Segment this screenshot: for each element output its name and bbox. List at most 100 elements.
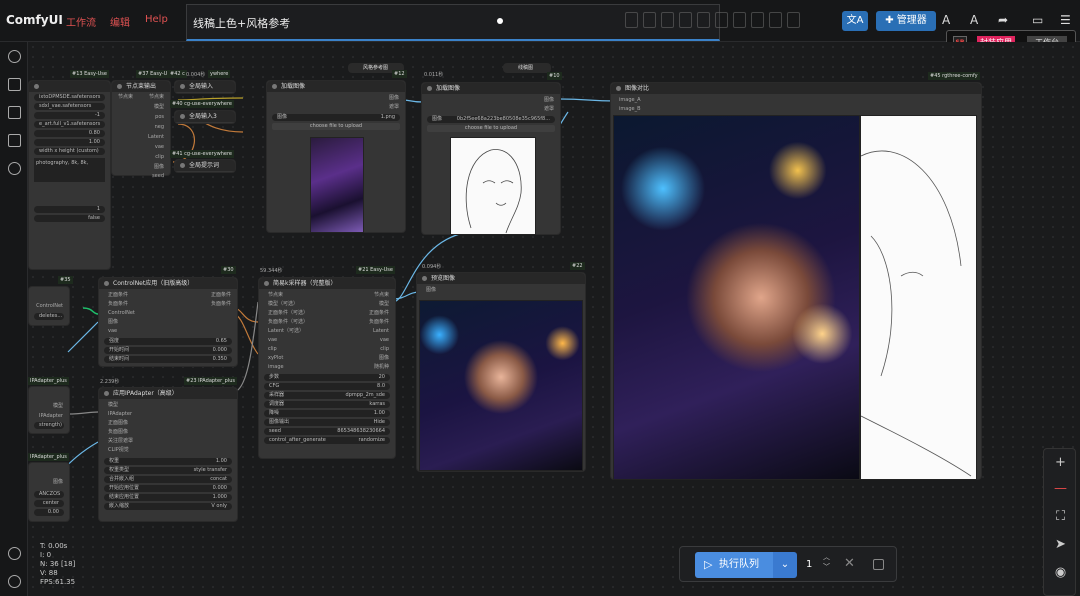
weight-type-widget[interactable]: 权重类型 style transfer xyxy=(104,467,232,474)
load-image-node-1[interactable]: 加载图像 图像 遮罩 图像 1.png choose file to upload xyxy=(266,80,406,233)
port-in[interactable]: image xyxy=(268,364,284,371)
menu-workflow[interactable]: 工作流 xyxy=(66,14,96,29)
port-out[interactable]: 遮罩 xyxy=(544,106,554,113)
cube-icon[interactable] xyxy=(8,106,21,119)
port-out[interactable]: 随机种 xyxy=(374,364,389,371)
combine-embeds-widget[interactable]: 合并嵌入组 concat xyxy=(104,476,232,483)
port-in[interactable]: Latent（可选） xyxy=(268,328,304,335)
stop-icon[interactable] xyxy=(873,559,884,570)
prompt-textarea[interactable]: photography, 8k, 8k, xyxy=(34,158,105,182)
port-out[interactable]: clip xyxy=(380,346,389,353)
clip-skip-widget[interactable]: -1 xyxy=(34,112,105,119)
folder-icon[interactable] xyxy=(8,134,21,147)
ipadapter-apply-node[interactable]: 应用IPAdapter（高级） 模型 IPAdapter 正面图像 负面图像 关… xyxy=(98,387,238,522)
port-out[interactable]: IPAdapter xyxy=(39,413,63,420)
port-in[interactable]: 负面条件（可选） xyxy=(268,319,308,326)
port-out[interactable]: 负面条件 xyxy=(369,319,389,326)
preview-image-node[interactable]: 预览图像 图像 xyxy=(416,272,586,472)
controlnet-loader-node[interactable]: ControlNet deletes... xyxy=(28,286,70,326)
port-in[interactable]: clip xyxy=(268,346,277,353)
port-in[interactable]: vae xyxy=(268,337,277,344)
zoom-in-icon[interactable]: + xyxy=(1044,455,1077,470)
port-in[interactable]: vae xyxy=(108,328,117,335)
weight-widget[interactable]: 权重 1.00 xyxy=(104,458,232,465)
align-bottom-icon[interactable] xyxy=(715,12,728,28)
menu-help[interactable]: Help xyxy=(145,14,168,25)
port-out[interactable]: pos xyxy=(155,114,164,121)
node-bundle-output[interactable]: 节点束输出 节点束 节点束 模型 pos neg Latent vae clip… xyxy=(111,80,171,179)
close-icon[interactable]: ✕ xyxy=(844,556,855,571)
image-select-widget[interactable]: 图像 1.png xyxy=(272,114,400,121)
port-in[interactable]: IPAdapter xyxy=(108,411,132,418)
port-in[interactable]: 关注层遮罩 xyxy=(108,438,133,445)
port-out[interactable]: clip xyxy=(155,154,164,161)
port-in[interactable]: xyPlot xyxy=(268,355,283,362)
history-icon[interactable] xyxy=(8,50,21,63)
embeds-scaling-widget[interactable]: 嵌入缩放 V only xyxy=(104,503,232,510)
port-out[interactable]: 节点束 xyxy=(149,94,164,101)
port-out[interactable]: seed xyxy=(152,173,164,180)
controlnet-apply-node[interactable]: ControlNet应用（旧版高级） 正面条件 负面条件 ControlNet … xyxy=(98,277,238,367)
port-out[interactable]: 模型 xyxy=(53,403,63,410)
ipadapter-loader-node[interactable]: 模型 IPAdapter strength) xyxy=(28,386,70,434)
load-image-node-2[interactable]: 加载图像 图像 遮罩 图像 0b2f5ee68a223be80508e35c965… xyxy=(421,82,561,235)
distribute-h-icon[interactable] xyxy=(733,12,746,28)
select-icon[interactable]: ➤ xyxy=(1044,537,1077,552)
port-out[interactable]: Latent xyxy=(148,134,164,141)
batch-stepper-icon[interactable]: ︿ ﹀ xyxy=(823,552,830,572)
image-prep-node[interactable]: 图像 ANCZOS center 0.00 xyxy=(28,462,70,522)
resolution-widget[interactable]: width x height (custom) xyxy=(34,148,105,155)
align-middle-icon[interactable] xyxy=(697,12,710,28)
start-at-widget[interactable]: 开始应用位置 0.000 xyxy=(104,485,232,492)
port-out[interactable]: 图像 xyxy=(544,97,554,104)
lora-widget[interactable]: e_art.full_v1.safetensors xyxy=(34,121,105,128)
image-compare-node[interactable]: 图像对比 image_A image_B xyxy=(610,82,982,480)
denoise-widget[interactable]: 降噪 1.00 xyxy=(264,410,390,417)
port-out[interactable]: 模型 xyxy=(379,301,389,308)
align-left-icon[interactable] xyxy=(625,12,638,28)
extension2-icon[interactable]: A xyxy=(970,13,978,27)
node-library-icon[interactable] xyxy=(8,162,21,175)
port-in[interactable]: 模型 xyxy=(108,402,118,409)
port-out[interactable]: 节点束 xyxy=(374,292,389,299)
node-canvas[interactable]: ixtoDPMSDE.safetensors sdxl_vae.safetens… xyxy=(28,42,1080,596)
port-out[interactable]: 负面条件 xyxy=(211,301,231,308)
left-loader-header[interactable] xyxy=(29,81,110,92)
controlnet-model-widget[interactable]: deletes... xyxy=(34,313,64,320)
port-in[interactable]: 正面条件 xyxy=(108,292,128,299)
port-out[interactable]: 图像 xyxy=(389,95,399,102)
port-out[interactable]: 遮罩 xyxy=(389,104,399,111)
toggle-widget[interactable]: false xyxy=(34,215,105,222)
port-in[interactable]: 图像 xyxy=(426,287,436,294)
control-after-generate-widget[interactable]: control_after_generate randomize xyxy=(264,437,390,444)
hamburger-menu-icon[interactable]: ☰ xyxy=(1060,13,1071,27)
queue-icon[interactable] xyxy=(8,78,21,91)
upload-button[interactable]: choose file to upload xyxy=(427,125,555,132)
ckpt-widget[interactable]: ixtoDPMSDE.safetensors xyxy=(34,94,105,101)
eye-icon[interactable]: ◉ xyxy=(1044,565,1077,580)
vae-widget[interactable]: sdxl_vae.safetensors xyxy=(34,103,105,110)
run-queue-button[interactable]: 执行队列 xyxy=(695,552,773,578)
upload-button[interactable]: choose file to upload xyxy=(272,123,400,130)
lora-strength-widget[interactable]: 0.80 xyxy=(34,130,105,137)
port-in[interactable]: image_A xyxy=(619,97,641,104)
seed-widget[interactable]: seed 865348638230664 xyxy=(264,428,390,435)
end-widget[interactable]: 结束时间 0.350 xyxy=(104,356,232,363)
left-loader-node[interactable]: ixtoDPMSDE.safetensors sdxl_vae.safetens… xyxy=(28,80,111,270)
theme-icon[interactable] xyxy=(8,547,21,560)
settings-gear-icon[interactable] xyxy=(8,575,21,588)
port-out[interactable]: 图像 xyxy=(154,164,164,171)
clip-strength-widget[interactable]: 1.00 xyxy=(34,139,105,146)
manager-button[interactable]: ✚ 管理器 xyxy=(876,11,936,31)
port-in[interactable]: ControlNet xyxy=(108,310,135,317)
ipadapter-strength-widget[interactable]: strength) xyxy=(34,422,64,429)
fit-view-icon[interactable]: ⛶ xyxy=(1044,509,1077,524)
steps-widget[interactable]: 步数 20 xyxy=(264,374,390,381)
image-select-widget[interactable]: 图像 0b2f5ee68a223be80508e35c965f8... xyxy=(427,116,555,123)
align-right-icon[interactable] xyxy=(661,12,674,28)
port-in[interactable]: 正面图像 xyxy=(108,420,128,427)
port-out[interactable]: 模型 xyxy=(154,104,164,111)
extension-icon[interactable]: A xyxy=(942,13,950,27)
crop-widget[interactable]: center xyxy=(34,500,64,507)
port-in[interactable]: image_B xyxy=(619,106,641,113)
